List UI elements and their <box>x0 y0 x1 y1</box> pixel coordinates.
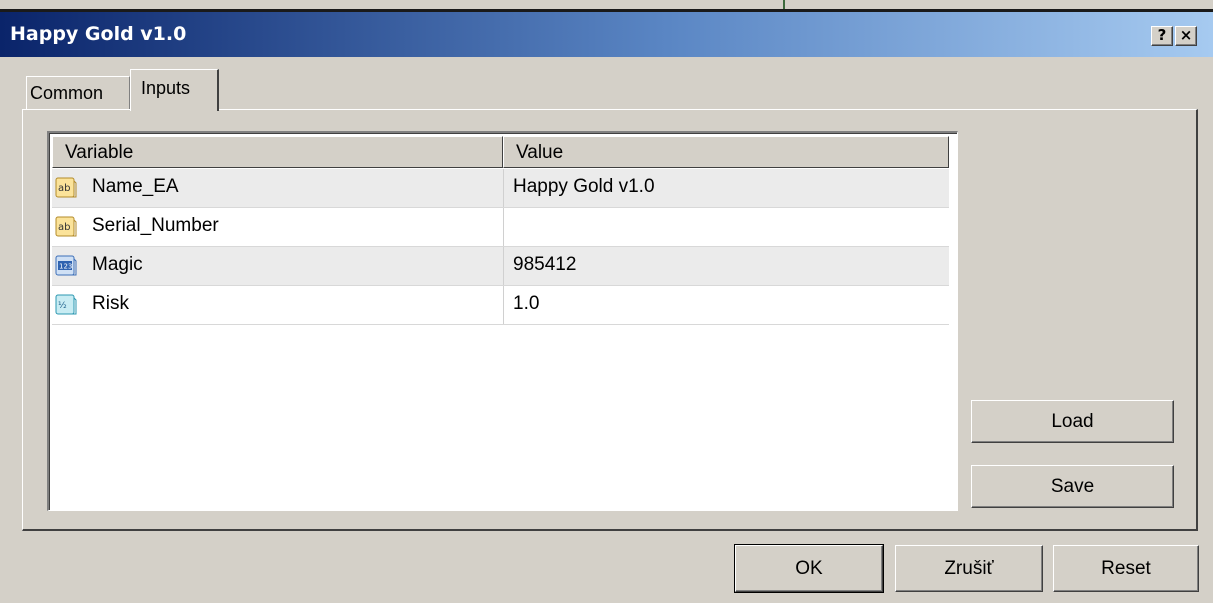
close-button[interactable]: × <box>1175 26 1197 46</box>
string-param-icon: ab <box>55 216 77 237</box>
table-row[interactable]: ab Serial_Number <box>52 208 949 247</box>
string-param-icon: ab <box>55 177 77 198</box>
help-button[interactable]: ? <box>1151 26 1173 46</box>
value-cell[interactable] <box>503 208 949 246</box>
tab-inputs-label: Inputs <box>141 78 191 98</box>
reset-button-label: Reset <box>1101 558 1151 579</box>
svg-text:ab: ab <box>58 222 70 233</box>
svg-text:ab: ab <box>58 183 70 194</box>
tab-inputs[interactable]: Inputs <box>130 69 219 111</box>
top-edge-mark <box>783 0 785 9</box>
column-header-variable-label: Variable <box>65 142 134 163</box>
variable-name: Serial_Number <box>92 215 219 236</box>
integer-param-icon: 123 <box>55 255 77 276</box>
value-cell[interactable]: 985412 <box>503 247 949 285</box>
table-row[interactable]: ab Name_EA Happy Gold v1.0 <box>52 169 949 208</box>
value-text: Happy Gold v1.0 <box>513 176 655 197</box>
cancel-button[interactable]: Zrušiť <box>895 545 1043 592</box>
save-button[interactable]: Save <box>971 465 1174 508</box>
inputs-grid[interactable]: Variable Value ab Name_EA Happy Gold v1.… <box>47 131 958 511</box>
column-header-value-label: Value <box>516 142 564 163</box>
svg-text:123: 123 <box>59 263 72 271</box>
table-row[interactable]: ½ Risk 1.0 <box>52 286 949 325</box>
ok-button[interactable]: OK <box>734 544 884 593</box>
value-cell[interactable]: 1.0 <box>503 286 949 324</box>
tab-common-label: Common <box>30 83 104 103</box>
save-button-label: Save <box>1050 476 1095 497</box>
double-param-icon: ½ <box>55 294 77 315</box>
variable-name: Name_EA <box>92 176 179 197</box>
tab-common[interactable]: Common <box>26 76 130 109</box>
load-button[interactable]: Load <box>971 400 1174 443</box>
window-top-edge <box>0 0 1213 12</box>
value-text: 1.0 <box>513 293 540 314</box>
cancel-button-label: Zrušiť <box>944 558 994 579</box>
value-cell[interactable]: Happy Gold v1.0 <box>503 169 949 207</box>
variable-name: Magic <box>92 254 143 275</box>
window-title: Happy Gold v1.0 <box>10 23 187 45</box>
title-bar[interactable]: Happy Gold v1.0 ? × <box>0 12 1213 57</box>
svg-text:½: ½ <box>58 301 67 311</box>
reset-button[interactable]: Reset <box>1053 545 1199 592</box>
column-header-variable[interactable]: Variable <box>52 136 503 168</box>
value-text: 985412 <box>513 254 577 275</box>
table-row[interactable]: 123 Magic 985412 <box>52 247 949 286</box>
column-header-value[interactable]: Value <box>503 136 949 168</box>
load-button-label: Load <box>1051 411 1094 432</box>
ok-button-label: OK <box>795 558 823 579</box>
variable-name: Risk <box>92 293 129 314</box>
